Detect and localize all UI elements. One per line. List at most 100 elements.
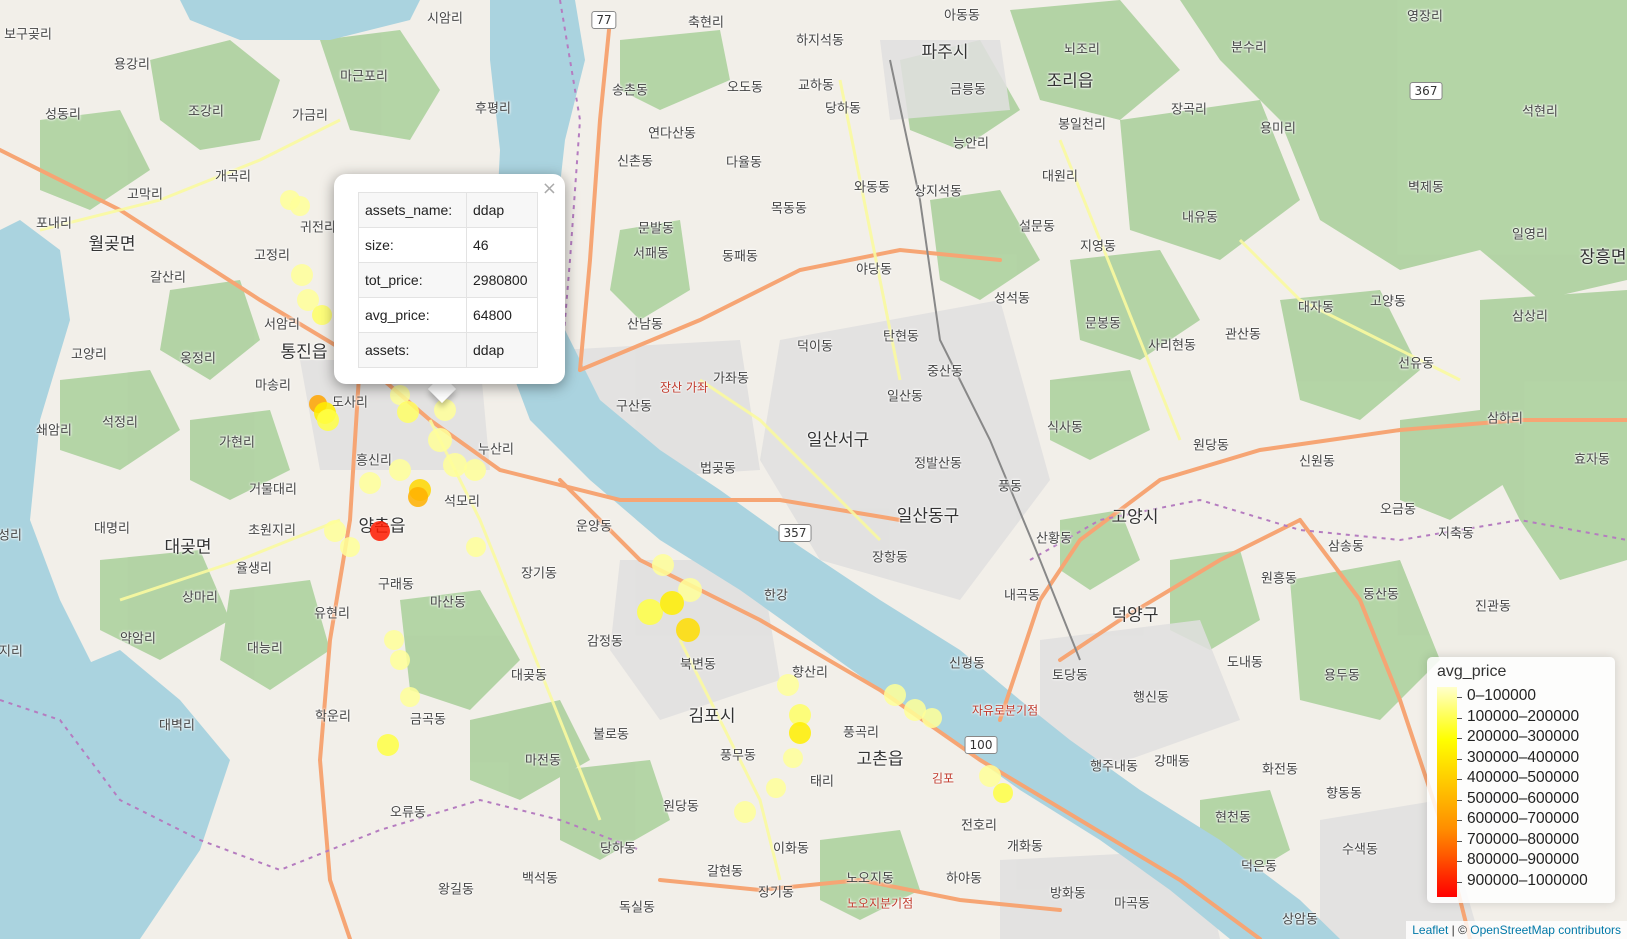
circle-marker[interactable] (291, 264, 313, 286)
circle-marker[interactable] (766, 778, 786, 798)
circle-marker[interactable] (390, 650, 410, 670)
place-label: 마송리 (255, 378, 291, 394)
circle-marker[interactable] (884, 684, 906, 706)
place-label: 영장리 (1407, 9, 1443, 25)
circle-marker[interactable] (676, 618, 700, 642)
legend-tick (1457, 738, 1462, 739)
place-label: 일산동 (887, 389, 923, 405)
place-label: 동산동 (1363, 587, 1399, 603)
leaflet-link[interactable]: Leaflet (1412, 923, 1448, 937)
place-label: 상암동 (1282, 912, 1318, 928)
place-label: 유현리 (314, 606, 350, 622)
circle-marker[interactable] (922, 708, 942, 728)
place-label: 효자동 (1574, 452, 1610, 468)
legend-tick (1457, 799, 1462, 801)
place-label: 서암리 (264, 317, 300, 333)
popup-table: assets_name: ddap size: 46 tot_price: 29… (358, 192, 538, 368)
legend-tick (1457, 861, 1462, 862)
place-label: 풍곡리 (843, 725, 879, 741)
place-label: 흥신리 (356, 453, 392, 469)
place-label: 금곡동 (410, 712, 446, 728)
attribution: Leaflet | © OpenStreetMap contributors (1406, 921, 1627, 939)
place-label: 귀전리 (300, 220, 336, 236)
circle-marker[interactable] (377, 734, 399, 756)
place-label: 신원동 (1299, 454, 1335, 470)
place-label: 향산리 (792, 665, 828, 681)
circle-marker[interactable] (397, 401, 419, 423)
place-label: 중산동 (927, 364, 963, 380)
place-label: 석정리 (102, 415, 138, 431)
map-container[interactable]: 보구곶리 용강리 성동리 조강리 가금리 마근포리 시암리 후평리 개곡리 고막리 포내리 월곶면 갈산… (0, 0, 1627, 939)
circle-marker[interactable] (312, 305, 332, 325)
place-label: 장기동 (521, 566, 557, 582)
place-label: 율생리 (236, 561, 272, 577)
circle-marker[interactable] (777, 674, 799, 696)
place-label: 일영리 (1512, 227, 1548, 243)
place-label: 행신동 (1133, 690, 1169, 706)
osm-link[interactable]: OpenStreetMap contributors (1470, 923, 1621, 937)
place-label: 이화동 (773, 841, 809, 857)
circle-marker[interactable] (993, 783, 1013, 803)
place-label: 석현리 (1522, 104, 1558, 120)
circle-marker[interactable] (384, 630, 404, 650)
place-label: 초원지리 (248, 523, 296, 539)
place-label: 하야동 (946, 871, 982, 887)
place-label: 성석동 (994, 291, 1030, 307)
marker-popup[interactable]: × assets_name: ddap size: 46 tot_price: … (334, 174, 565, 384)
circle-marker[interactable] (789, 722, 811, 744)
place-label: 오도동 (727, 80, 763, 96)
legend-label: 800000–900000 (1467, 851, 1580, 868)
legend-label: 900000–1000000 (1467, 871, 1588, 889)
place-label: 현천동 (1215, 810, 1251, 826)
place-label: 구래동 (378, 577, 414, 593)
circle-marker[interactable] (317, 409, 339, 431)
legend-tick (1457, 881, 1462, 883)
place-label: 산남동 (627, 317, 663, 333)
place-label: 시암리 (427, 11, 463, 27)
circle-marker[interactable] (466, 537, 486, 557)
place-label: 오류동 (390, 805, 426, 821)
circle-marker[interactable] (734, 801, 756, 823)
circle-marker[interactable] (652, 554, 674, 576)
popup-close-button[interactable]: × (542, 178, 557, 199)
circle-marker[interactable] (443, 453, 467, 477)
popup-key: avg_price: (358, 297, 467, 333)
place-label: 대자동 (1298, 300, 1334, 316)
place-label: 대벽리 (159, 718, 195, 734)
place-label: 식사동 (1047, 420, 1083, 436)
circle-marker[interactable] (290, 196, 310, 216)
place-label: 개화동 (1007, 839, 1043, 855)
place-label: 구산동 (616, 399, 652, 415)
place-label: 도사리 (332, 395, 368, 411)
circle-marker[interactable] (783, 748, 803, 768)
legend-title: avg_price (1437, 663, 1507, 680)
place-label: 문발동 (638, 221, 674, 237)
place-label: 자유로분기점 (971, 703, 1039, 718)
circle-marker[interactable] (464, 459, 486, 481)
place-label: 갈산리 (150, 270, 186, 286)
place-label: 덕은동 (1241, 859, 1277, 875)
attribution-separator: | © (1448, 923, 1471, 937)
circle-marker[interactable] (340, 537, 360, 557)
base-map-tiles[interactable] (0, 0, 1627, 939)
road-shield: 357 (778, 524, 812, 542)
circle-marker[interactable] (400, 687, 420, 707)
circle-marker[interactable] (408, 487, 428, 507)
circle-marker[interactable] (389, 459, 411, 481)
place-label: 법곶동 (700, 461, 736, 477)
place-label: 마곡동 (1114, 896, 1150, 912)
place-label: 불로동 (593, 727, 629, 743)
place-label: 용강리 (114, 57, 150, 73)
circle-marker[interactable] (359, 472, 381, 494)
place-label: 문봉동 (1085, 316, 1121, 332)
circle-marker[interactable] (660, 591, 684, 615)
place-label: 관산동 (1225, 327, 1261, 343)
place-label: 한강 (764, 588, 788, 604)
circle-marker[interactable] (434, 399, 456, 421)
circle-marker[interactable] (370, 521, 390, 541)
place-label: 후평리 (475, 101, 511, 117)
place-label: 조리읍 (1046, 71, 1094, 92)
place-label: 야당동 (856, 262, 892, 278)
circle-marker[interactable] (428, 428, 452, 452)
place-label: 통진읍 (280, 342, 328, 363)
